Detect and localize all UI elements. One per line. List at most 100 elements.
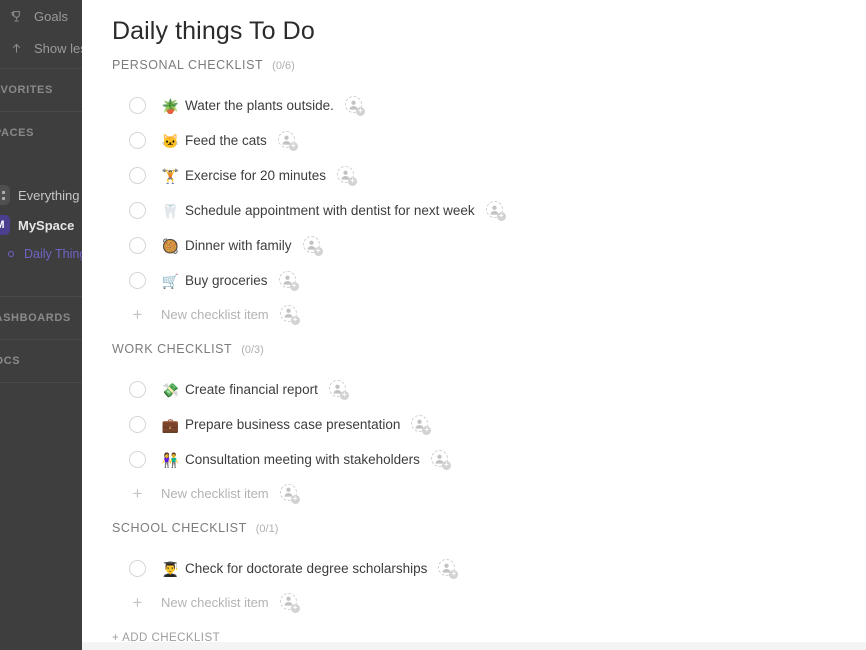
checklist-item-checkbox[interactable] (129, 202, 146, 219)
add-assignee-icon[interactable]: + (485, 201, 506, 221)
checklist-item-label[interactable]: Water the plants outside. (185, 98, 334, 113)
checklist-item-label[interactable]: Schedule appointment with dentist for ne… (185, 203, 475, 218)
add-assignee-icon[interactable]: + (279, 304, 300, 325)
shopping-cart-emoji: 🛒 (161, 272, 180, 289)
app-root: Goals Show less FAVORITES SPACES (0, 0, 866, 650)
checklist-item[interactable]: 🥘 Dinner with family + (112, 228, 866, 263)
checklist-item[interactable]: 🐱 Feed the cats + (112, 123, 866, 158)
checklist-item-label[interactable]: Consultation meeting with stakeholders (185, 452, 420, 467)
trophy-icon (6, 6, 26, 26)
checklist-item-label[interactable]: Buy groceries (185, 273, 268, 288)
add-assignee-icon[interactable]: + (277, 131, 298, 151)
new-checklist-item-row[interactable]: + New checklist item + (112, 586, 866, 618)
add-assignee-icon[interactable]: + (328, 380, 349, 400)
plus-badge-icon: + (290, 494, 300, 504)
sidebar-section-dashboards[interactable]: DASHBOARDS (0, 301, 82, 335)
sidebar-doc-daily-things[interactable]: Daily Thing (4, 240, 82, 268)
sidebar-divider-2 (0, 111, 82, 112)
sidebar-section-docs[interactable]: DOCS (0, 344, 82, 378)
add-assignee-icon[interactable]: + (278, 271, 299, 291)
plus-badge-icon: + (313, 246, 323, 256)
myspace-badge: M (0, 215, 10, 235)
new-checklist-item-placeholder[interactable]: New checklist item (161, 486, 269, 501)
sidebar-space-everything[interactable]: Everything (0, 180, 82, 210)
graduate-emoji: 👨‍🎓 (161, 560, 180, 577)
checklist-item-label[interactable]: Exercise for 20 minutes (185, 168, 326, 183)
sidebar-item-goals[interactable]: Goals (0, 0, 82, 32)
sidebar-divider-5 (0, 382, 82, 383)
checklist-item-label[interactable]: Dinner with family (185, 238, 292, 253)
checklist-item-checkbox[interactable] (129, 381, 146, 398)
add-assignee-icon[interactable]: + (438, 559, 459, 579)
checklist-item[interactable]: 👫 Consultation meeting with stakeholders + (112, 442, 866, 477)
checklist-item-checkbox[interactable] (129, 237, 146, 254)
paella-emoji: 🥘 (161, 237, 180, 254)
new-checklist-item-row[interactable]: + New checklist item + (112, 477, 866, 509)
add-assignee-icon[interactable]: + (344, 96, 365, 116)
plus-badge-icon: + (290, 603, 300, 613)
checklist-section: WORK CHECKLIST (0/3) 💸 Create financial rep… (112, 342, 866, 509)
add-assignee-icon[interactable]: + (279, 483, 300, 504)
doc-bullet-icon (4, 247, 18, 261)
add-assignee-icon[interactable]: + (279, 592, 300, 613)
add-assignee-icon[interactable]: + (337, 166, 358, 186)
briefcase-emoji: 💼 (161, 416, 180, 433)
sidebar-divider-1 (0, 68, 82, 69)
sidebar-item-show-less-label: Show less (34, 40, 82, 56)
cat-face-emoji: 🐱 (161, 132, 180, 149)
money-with-wings-emoji: 💸 (161, 381, 180, 398)
checklist-item[interactable]: 💼 Prepare business case presentation + (112, 407, 866, 442)
checklist-item-label[interactable]: Prepare business case presentation (185, 417, 400, 432)
checklist-count: (0/1) (255, 523, 279, 535)
plus-badge-icon: + (422, 425, 432, 435)
sidebar-item-goals-label: Goals (34, 8, 68, 24)
add-assignee-icon[interactable]: + (430, 450, 451, 470)
sidebar-section-favorites-label: FAVORITES (0, 84, 53, 96)
checklist-item[interactable]: 🦷 Schedule appointment with dentist for n… (112, 193, 866, 228)
checklist-item-checkbox[interactable] (129, 560, 146, 577)
plus-badge-icon: + (348, 176, 358, 186)
checklist-title: PERSONAL CHECKLIST (112, 58, 264, 72)
checklist-item[interactable]: 🛒 Buy groceries + (112, 263, 866, 298)
checklist-item[interactable]: 💸 Create financial report + (112, 372, 866, 407)
new-checklist-item-placeholder[interactable]: New checklist item (161, 307, 269, 322)
checklist-header[interactable]: SCHOOL CHECKLIST (0/1) (112, 521, 866, 551)
plus-badge-icon: + (441, 460, 451, 470)
plus-badge-icon: + (290, 315, 300, 325)
checklist-item-checkbox[interactable] (129, 416, 146, 433)
checklist-header[interactable]: PERSONAL CHECKLIST (0/6) (112, 58, 866, 88)
checklist-count: (0/6) (272, 60, 295, 72)
plus-icon: + (132, 483, 143, 503)
sidebar-item-show-less[interactable]: Show less (0, 32, 82, 64)
checklist-item[interactable]: 🏋️ Exercise for 20 minutes + (112, 158, 866, 193)
checklist-item-checkbox[interactable] (129, 97, 146, 114)
plus-badge-icon: + (289, 281, 299, 291)
task-detail-panel: Daily things To Do PERSONAL CHECKLIST (0/… (82, 0, 866, 650)
checklist-container: PERSONAL CHECKLIST (0/6) 🪴 Water the plants… (112, 58, 866, 618)
weightlifter-emoji: 🏋️ (161, 167, 180, 184)
checklist-item-checkbox[interactable] (129, 272, 146, 289)
sidebar-space-myspace[interactable]: M MySpace (0, 210, 82, 240)
checklist-item-checkbox[interactable] (129, 132, 146, 149)
new-checklist-item-placeholder[interactable]: New checklist item (161, 595, 269, 610)
page-title[interactable]: Daily things To Do (112, 0, 866, 46)
checklist-item-label[interactable]: Feed the cats (185, 133, 267, 148)
checklist-header[interactable]: WORK CHECKLIST (0/3) (112, 342, 866, 372)
checklist-title: SCHOOL CHECKLIST (112, 521, 247, 535)
checklist-item-checkbox[interactable] (129, 167, 146, 184)
new-checklist-item-row[interactable]: + New checklist item + (112, 298, 866, 330)
sidebar-section-spaces-label: SPACES (0, 127, 35, 139)
checklist-item-label[interactable]: Check for doctorate degree scholarships (185, 561, 427, 576)
checklist-item-label[interactable]: Create financial report (185, 382, 318, 397)
sidebar-section-dashboards-label: DASHBOARDS (0, 312, 71, 324)
checklist-item-checkbox[interactable] (129, 451, 146, 468)
sidebar-section-favorites[interactable]: FAVORITES (0, 73, 82, 107)
add-assignee-icon[interactable]: + (411, 415, 432, 435)
sidebar-divider-4 (0, 339, 82, 340)
tooth-emoji: 🦷 (161, 202, 180, 219)
checklist-item[interactable]: 🪴 Water the plants outside. + (112, 88, 866, 123)
sidebar-section-spaces[interactable]: SPACES (0, 116, 82, 150)
add-assignee-icon[interactable]: + (302, 236, 323, 256)
checklist-item[interactable]: 👨‍🎓 Check for doctorate degree scholarshi… (112, 551, 866, 586)
